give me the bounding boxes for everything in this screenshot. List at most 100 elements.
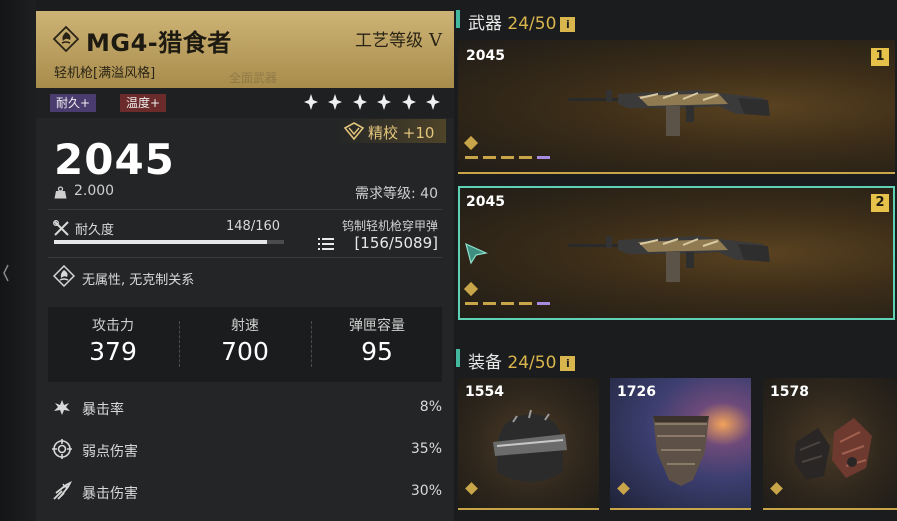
machine-gun-icon [568,90,770,136]
crit-damage-icon [53,481,72,500]
stat-label: 射速 [231,318,259,334]
info-icon[interactable]: i [560,17,576,32]
helmet-icon [493,409,567,482]
stat-value: 95 [361,337,393,366]
stat-attack: 攻击力 379 [48,315,178,366]
dash [483,156,496,159]
weapons-count: 24/50 [507,14,557,34]
star-icon [425,94,440,110]
weapon-slot-card[interactable]: 2045 1 [458,40,895,174]
rarity-diamond-icon [463,135,479,151]
stat-value: 700 [221,337,269,366]
crit-value: 35% [410,441,442,457]
divider [48,257,442,258]
gear-power: 1578 [770,384,809,400]
craft-level-value: V [429,30,442,51]
star-icon [328,94,343,110]
burst-icon [54,400,70,415]
slot-number-badge: 1 [871,48,889,66]
section-accent [456,10,460,28]
gear-card-gloves[interactable]: 1578 [763,378,897,510]
cursor-pointer-icon [465,242,488,265]
star-icon [401,94,416,110]
card-underline [763,508,897,510]
rarity-diamond-icon [770,482,783,495]
attribute-text: 无属性, 无克制关系 [82,273,195,288]
crit-value: 30% [410,483,442,499]
dash [537,156,550,159]
required-level: 需求等级: 40 [355,186,438,202]
gear-section-title: 装备 24/50 i [468,348,576,373]
background-strip [0,0,36,521]
crit-damage-row: 暴击伤害 30% [48,475,442,507]
rarity-diamond-icon [617,482,630,495]
gear-count: 24/50 [507,353,557,373]
rarity-diamond-icon [465,482,478,495]
slot-number-badge: 2 [871,194,889,212]
crit-label: 弱点伤害 [82,444,138,460]
crit-value: 8% [419,399,442,415]
durability-label: 耐久度 [75,223,115,238]
refine-badge: 精校 +10 [336,119,446,143]
stat-label: 攻击力 [92,318,134,334]
dash [519,156,532,159]
weapon-type: 轻机枪[满溢风格] [54,66,156,81]
durability-value: 148/160 [226,219,281,234]
weapon-header: MG4-猎食者 工艺等级 V 轻机枪[满溢风格] 全面武器 [36,11,454,88]
crit-rate-row: 暴击率 8% [48,391,442,423]
weapon-slot-card-selected[interactable]: 2045 2 [458,186,895,320]
card-underline [458,508,599,510]
gear-power: 1726 [617,384,656,400]
gloves-icon [794,418,872,480]
ammo-name: 钨制轻机枪穿甲弹 [341,219,438,233]
dash [483,302,496,305]
refine-label: 精校 +10 [368,124,435,142]
gear-card-helmet[interactable]: 1554 [458,378,599,510]
tag-row: 耐久+ 温度+ [36,88,454,118]
dash [465,156,478,159]
mask-icon [653,416,709,486]
weapon-slot-power: 2045 [466,194,505,210]
craft-label: 工艺等级 [355,31,423,51]
crit-label: 暴击伤害 [82,486,138,502]
dash [465,302,478,305]
refine-icon [344,122,364,140]
card-underline [458,172,895,174]
weapon-detail-panel: MG4-猎食者 工艺等级 V 轻机枪[满溢风格] 全面武器 耐久+ 温度+ 精校 … [36,11,454,521]
element-icon [53,265,75,287]
dash [501,302,514,305]
wrench-icon [53,220,69,236]
weapon-weight: 2.000 [74,183,115,199]
tag-temperature: 温度+ [120,94,167,112]
star-icon [352,94,367,110]
card-underline [610,508,751,510]
stat-fire-rate: 射速 700 [180,315,310,366]
section-accent [456,349,460,367]
weapon-slot-power: 2045 [466,48,505,64]
durability-bar [54,240,284,244]
ammo-icon [318,238,334,250]
stats-box: 攻击力 379 射速 700 弹匣容量 95 [48,307,442,382]
weight-icon [54,186,67,199]
weapons-section-title: 武器 24/50 i [468,9,576,34]
rarity-dashes [465,302,550,305]
crit-label: 暴击率 [82,402,124,418]
weapon-power: 2045 [54,135,175,184]
gear-card-mask[interactable]: 1726 [610,378,751,510]
star-rating [303,93,441,113]
target-icon [52,439,72,459]
craft-level: 工艺等级 V [355,26,442,51]
rarity-dashes [465,156,550,159]
gear-title: 装备 [468,353,502,373]
dash [537,302,550,305]
dash [519,302,532,305]
gear-power: 1554 [465,384,504,400]
dash [501,156,514,159]
divider [48,209,442,210]
star-icon [377,94,392,110]
machine-gun-icon [568,236,770,282]
star-icon [304,94,318,110]
info-icon[interactable]: i [560,356,576,371]
brand-logo-icon [53,26,79,52]
tag-durability: 耐久+ [50,94,97,112]
